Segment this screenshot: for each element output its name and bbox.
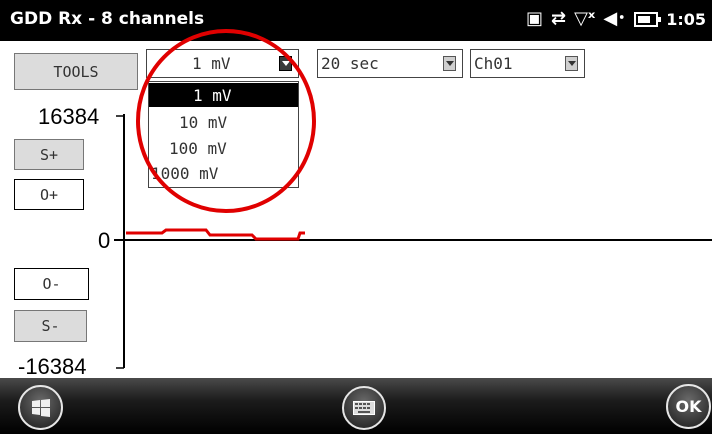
ok-button[interactable]: OK — [666, 384, 711, 429]
taskbar: OK — [0, 378, 712, 434]
highlight-circle — [136, 29, 316, 213]
keyboard-glyph-icon — [353, 401, 375, 415]
ok-button-label: OK — [675, 397, 702, 416]
signal-plot — [114, 29, 712, 369]
signal-trace — [126, 228, 305, 241]
windows-flag-icon — [31, 398, 50, 417]
windows-start-icon[interactable] — [18, 385, 63, 430]
keyboard-icon[interactable] — [342, 386, 386, 430]
